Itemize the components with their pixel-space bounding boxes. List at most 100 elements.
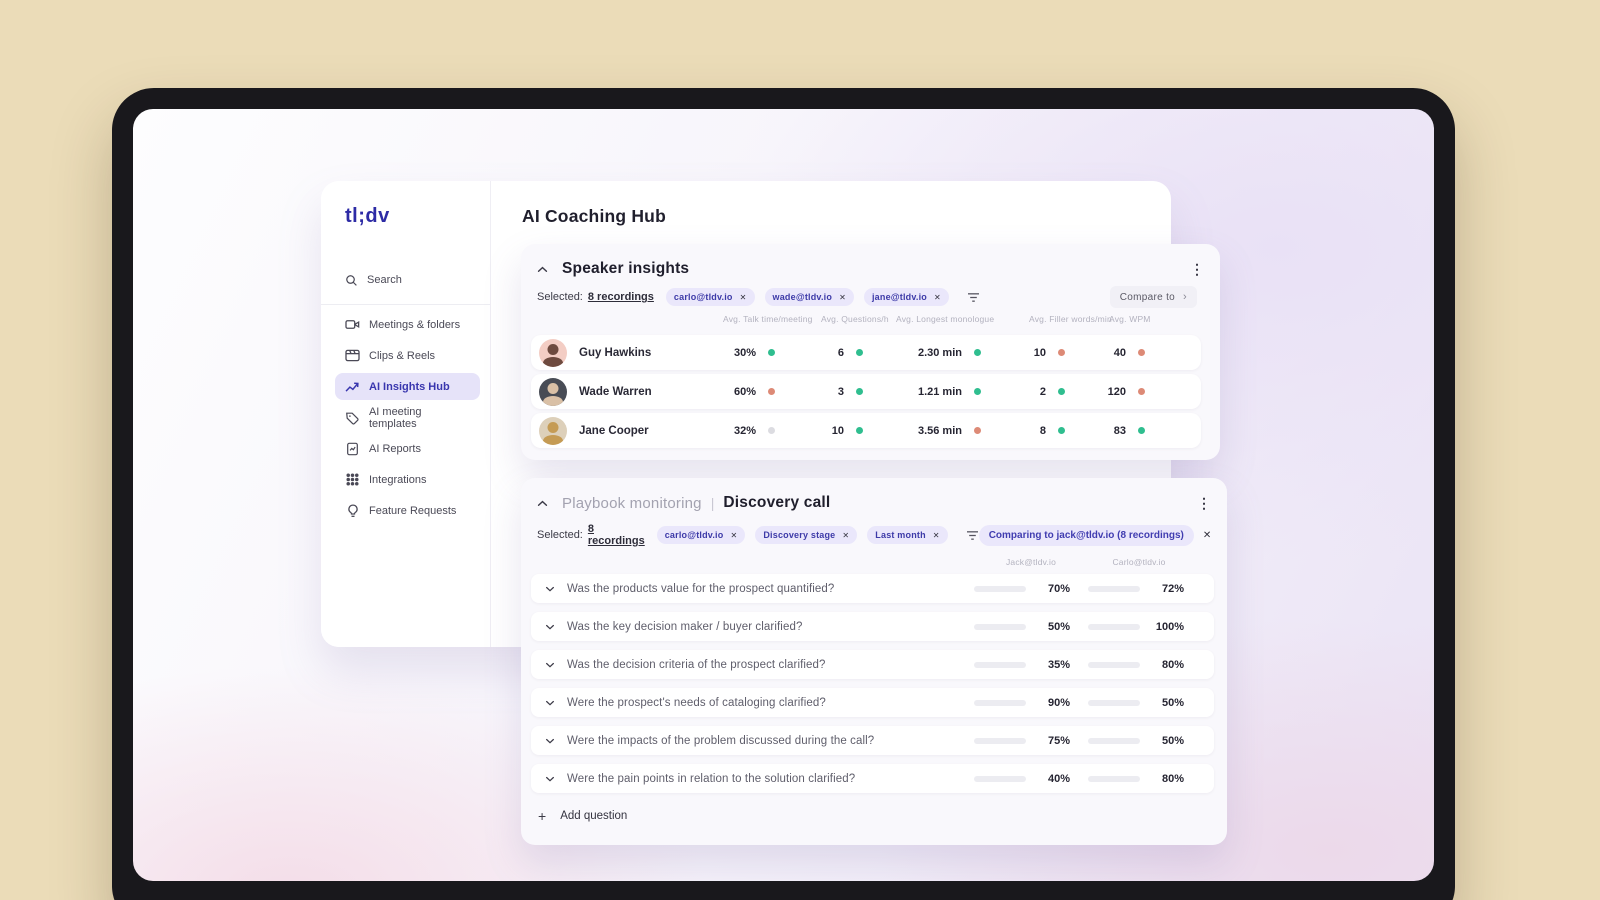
chevron-down-icon[interactable] (545, 700, 555, 706)
percent-left: 35% (1047, 658, 1070, 671)
chip-label: jane@tldv.io (871, 292, 927, 302)
status-dot (768, 427, 775, 434)
metric-value: 83 (1113, 424, 1126, 437)
table-row[interactable]: Jane Cooper 32% 10 3.56 min 8 83 (531, 413, 1201, 448)
filter-chip[interactable]: carlo@tldv.io ✕ (665, 288, 755, 306)
sidebar-item-ai-insights-hub[interactable]: AI Insights Hub (335, 373, 480, 400)
filter-chip[interactable]: carlo@tldv.io ✕ (656, 526, 746, 544)
progress-bar-right (1088, 661, 1140, 668)
sidebar-item-meetings-folders[interactable]: Meetings & folders (335, 311, 480, 338)
sidebar-item-ai-meeting-templates[interactable]: AI meeting templates (335, 404, 480, 431)
chevron-down-icon[interactable] (545, 586, 555, 592)
question-text: Were the impacts of the problem discusse… (567, 734, 875, 747)
close-icon[interactable]: ✕ (740, 293, 747, 302)
kebab-menu-icon[interactable]: ⋮ (1190, 262, 1204, 276)
report-document-icon (345, 442, 360, 456)
close-icon[interactable]: ✕ (934, 293, 941, 302)
status-dot (1058, 427, 1065, 434)
metric-value: 3.56 min (917, 424, 962, 437)
percent-left: 70% (1047, 582, 1070, 595)
question-row[interactable]: Were the impacts of the problem discusse… (531, 726, 1214, 755)
grid-dots-icon (345, 473, 360, 486)
close-icon[interactable]: ✕ (933, 531, 940, 540)
avatar (539, 377, 567, 406)
chevron-down-icon[interactable] (545, 738, 555, 744)
metric-value: 2.30 min (917, 346, 962, 359)
speaker-name: Guy Hawkins (579, 346, 652, 359)
question-row[interactable]: Was the products value for the prospect … (531, 574, 1214, 603)
sidebar-item-label: AI Insights Hub (369, 380, 450, 393)
sidebar-item-label: Meetings & folders (369, 318, 461, 331)
question-row[interactable]: Were the prospect's needs of cataloging … (531, 688, 1214, 717)
sidebar-item-label: AI meeting templates (368, 405, 422, 430)
close-icon[interactable]: ✕ (839, 293, 846, 302)
metric-cell: 1.21 min (863, 386, 981, 398)
sidebar-item-clips-reels[interactable]: Clips & Reels (335, 342, 480, 369)
chip-label: carlo@tldv.io (664, 530, 724, 540)
question-row[interactable]: Was the key decision maker / buyer clari… (531, 612, 1214, 641)
chip-label: carlo@tldv.io (673, 292, 733, 302)
table-row[interactable]: Wade Warren 60% 3 1.21 min 2 120 (531, 374, 1201, 409)
percent-right: 50% (1161, 696, 1184, 709)
metric-cell: 10 (775, 425, 863, 437)
filter-chip[interactable]: wade@tldv.io ✕ (764, 288, 854, 306)
column-header: Avg. Talk time/meeting (723, 314, 813, 324)
percent-right: 100% (1155, 620, 1184, 633)
close-icon[interactable]: ✕ (730, 531, 737, 540)
metric-value: 8 (1039, 424, 1046, 437)
status-dot (768, 388, 775, 395)
add-question-button[interactable]: + Add question (531, 803, 1214, 829)
comparing-chip[interactable]: Comparing to jack@tldv.io (8 recordings) (978, 524, 1194, 546)
progress-bar-right (1088, 775, 1140, 782)
metric-cell: 30% (679, 347, 775, 359)
metric-cell: 2.30 min (863, 347, 981, 359)
status-dot (856, 349, 863, 356)
progress-bar-right (1088, 737, 1140, 744)
chevron-down-icon[interactable] (545, 776, 555, 782)
comparing-label: Comparing to jack@tldv.io (8 recordings) (988, 529, 1184, 541)
metric-cell: 60% (679, 386, 775, 398)
close-icon[interactable]: ✕ (1203, 530, 1211, 541)
search-icon (345, 274, 358, 287)
kebab-menu-icon[interactable]: ⋮ (1197, 496, 1211, 510)
selected-recordings-link[interactable]: 8 recordings (588, 291, 654, 303)
sidebar-nav: Meetings & folders Clips & Reels AI Insi… (335, 311, 480, 524)
sidebar-item-feature-requests[interactable]: Feature Requests (335, 497, 480, 524)
chip-label: Last month (875, 530, 926, 540)
chevron-up-icon[interactable] (537, 266, 548, 273)
selected-recordings-link[interactable]: 8 recordings (588, 523, 645, 547)
status-dot (974, 388, 981, 395)
close-icon[interactable]: ✕ (842, 531, 849, 540)
metric-value: 10 (831, 424, 844, 437)
filter-icon[interactable] (966, 530, 979, 541)
progress-bar-left (974, 661, 1026, 668)
speaker-name: Jane Cooper (579, 424, 649, 437)
chevron-down-icon[interactable] (545, 662, 555, 668)
chevron-up-icon[interactable] (537, 500, 548, 507)
sidebar-item-integrations[interactable]: Integrations (335, 466, 480, 493)
percent-right: 80% (1161, 772, 1184, 785)
sidebar-item-ai-reports[interactable]: AI Reports (335, 435, 480, 462)
metric-value: 6 (837, 346, 844, 359)
search-label: Search (367, 274, 402, 286)
metric-value: 60% (733, 385, 756, 398)
column-header: Avg. Filler words/min (1029, 314, 1112, 324)
clapperboard-icon (345, 349, 360, 362)
percent-right: 72% (1161, 582, 1184, 595)
filter-chip[interactable]: Discovery stage ✕ (755, 526, 858, 544)
percent-left: 40% (1047, 772, 1070, 785)
compare-to-button[interactable]: Compare to › (1109, 286, 1197, 308)
sidebar-item-label: Feature Requests (369, 504, 457, 517)
question-row[interactable]: Was the decision criteria of the prospec… (531, 650, 1214, 679)
table-row[interactable]: Guy Hawkins 30% 6 2.30 min 10 40 (531, 335, 1201, 370)
add-question-label: Add question (560, 810, 628, 822)
question-row[interactable]: Were the pain points in relation to the … (531, 764, 1214, 793)
filter-chip[interactable]: jane@tldv.io ✕ (863, 288, 949, 306)
status-dot (856, 427, 863, 434)
search-button[interactable]: Search (335, 268, 480, 292)
chip-label: wade@tldv.io (772, 292, 833, 302)
filter-icon[interactable] (967, 292, 980, 303)
progress-bar-right (1088, 623, 1140, 630)
chevron-down-icon[interactable] (545, 624, 555, 630)
filter-chip[interactable]: Last month ✕ (867, 526, 948, 544)
